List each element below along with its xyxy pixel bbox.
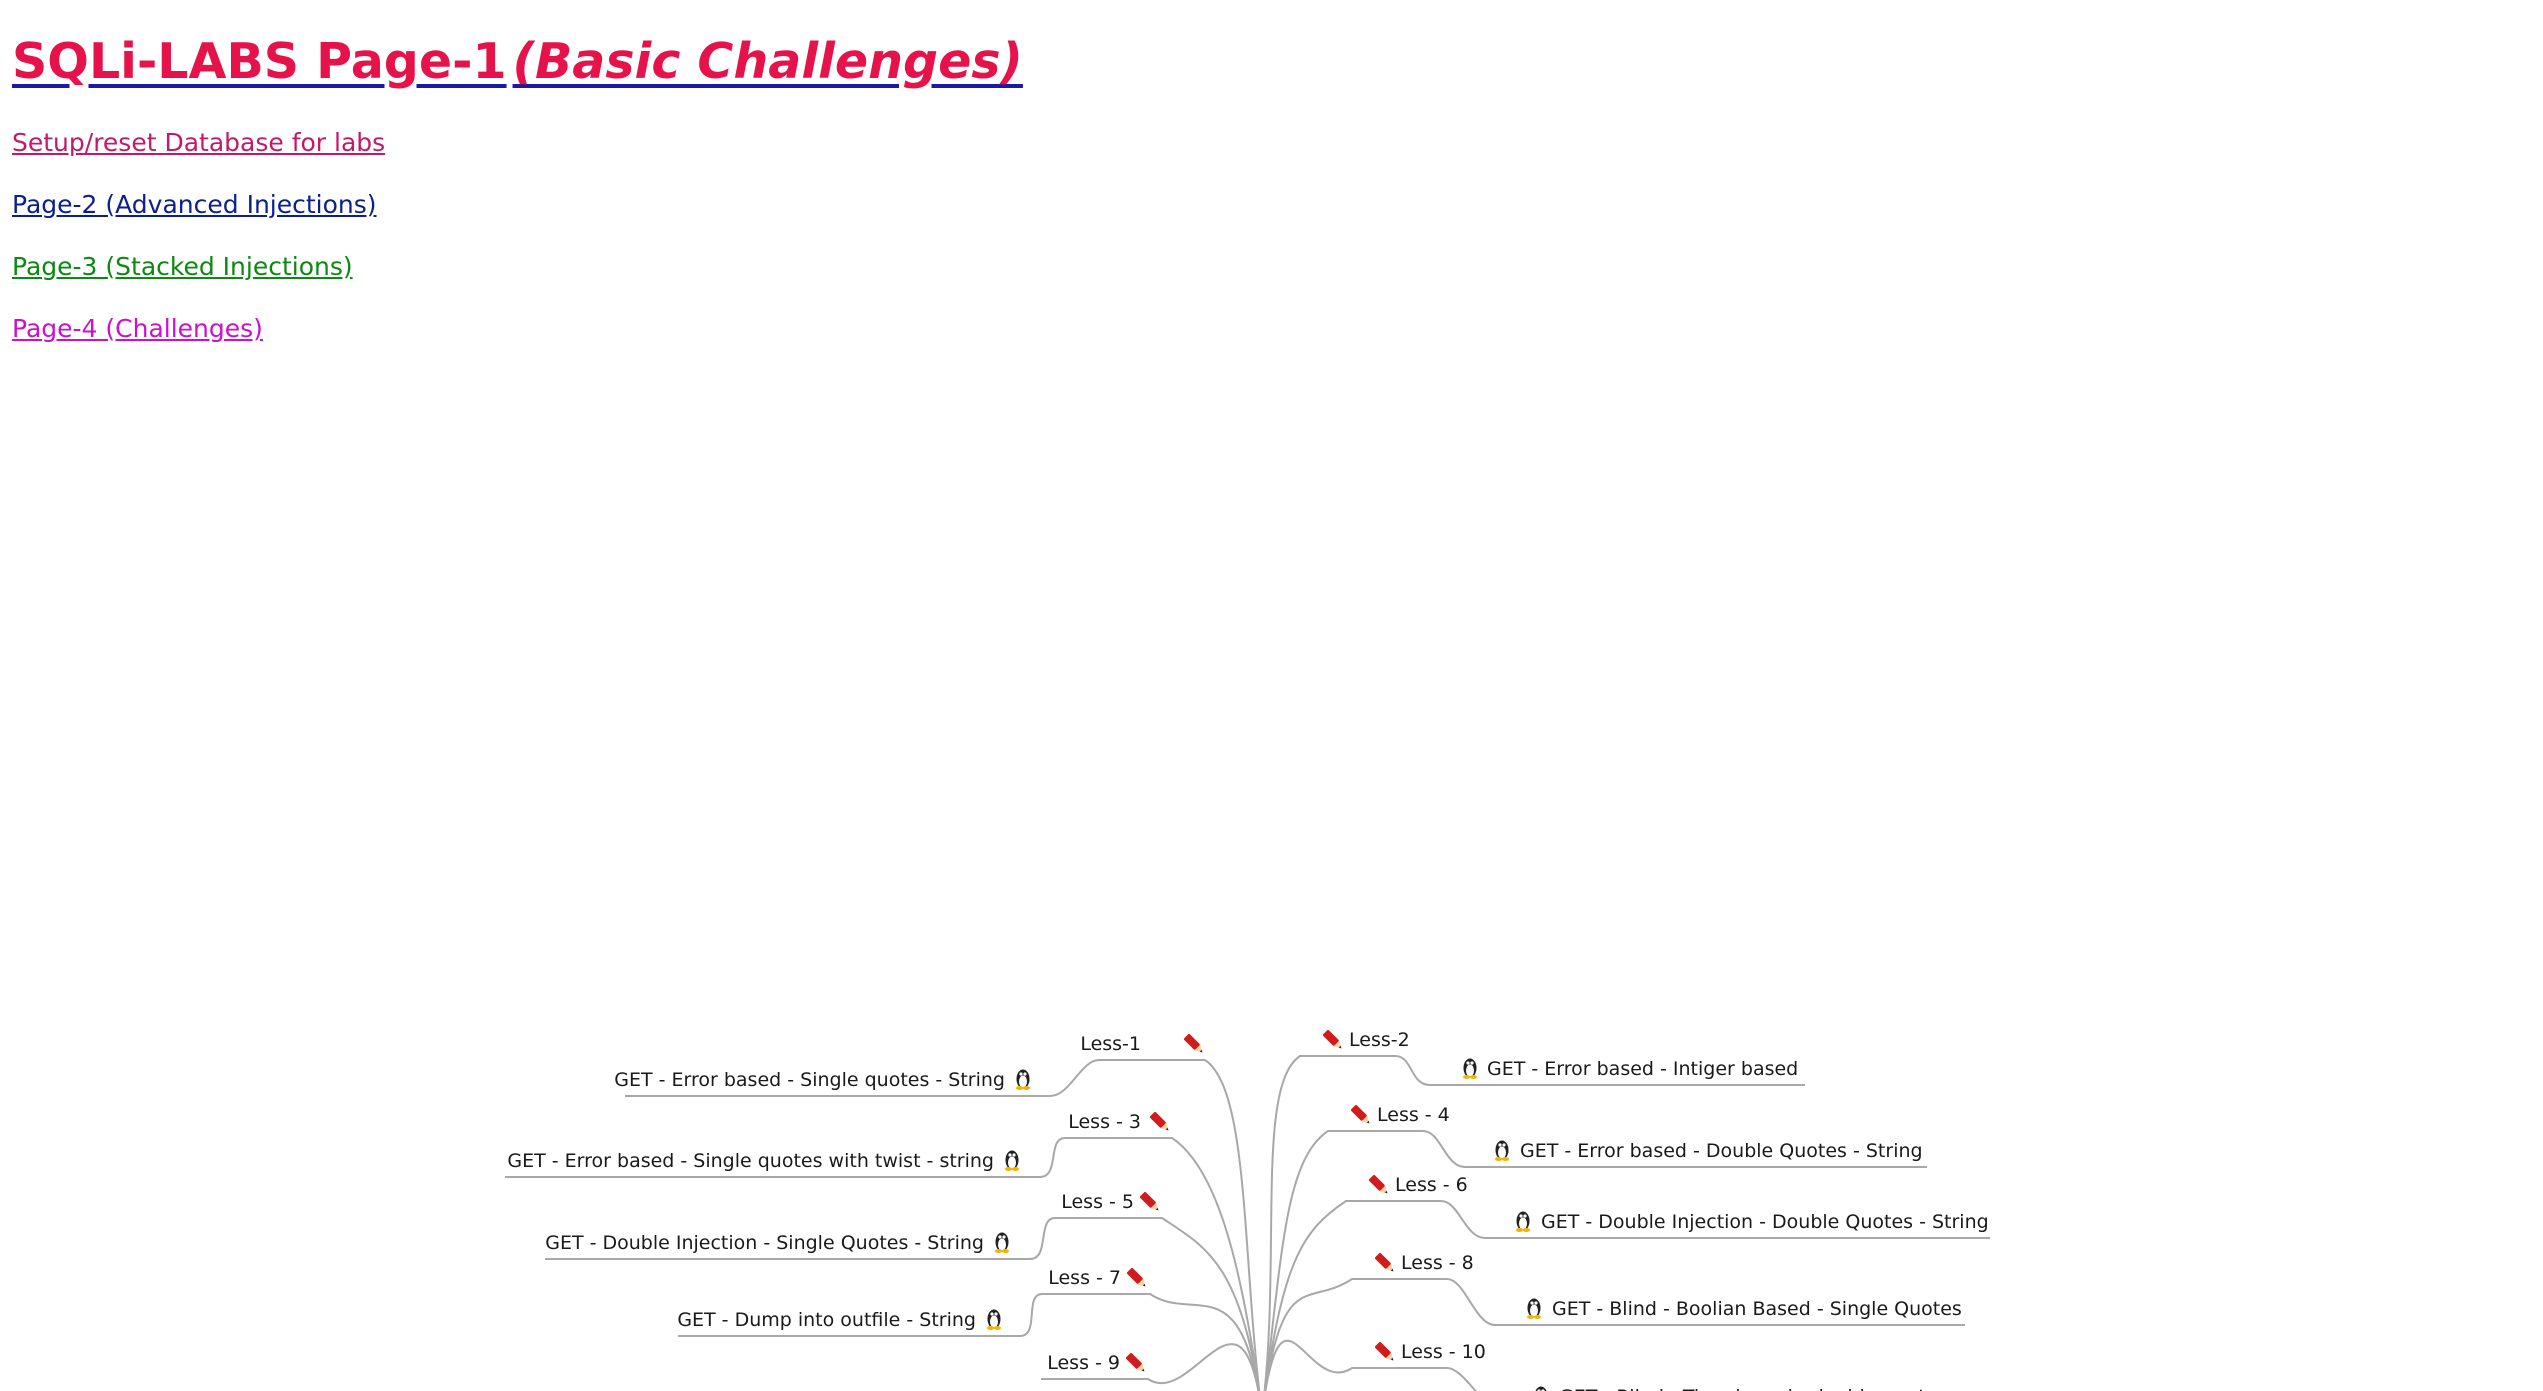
page-title-subtitle[interactable]: (Basic Challenges) xyxy=(513,33,1023,90)
topic-label-less-5: GET - Double Injection - Single Quotes -… xyxy=(545,1232,984,1254)
pencil-icon xyxy=(1322,1029,1345,1052)
pencil-icon xyxy=(1125,1352,1148,1375)
linux-penguin-icon xyxy=(995,1232,1009,1253)
page-title[interactable]: SQLi-LABS Page-1 (Basic Challenges) xyxy=(12,32,1023,92)
linux-penguin-icon xyxy=(1463,1058,1477,1079)
pencil-icon xyxy=(1126,1267,1149,1290)
setup-reset-database-link[interactable]: Setup/reset Database for labs xyxy=(12,127,385,159)
topic-label-less-10: GET - Blind - Time based - double quotes xyxy=(1559,1386,1947,1391)
lesson-label-less-6: Less - 6 xyxy=(1395,1174,1468,1196)
pencil-icon xyxy=(1183,1033,1206,1056)
lesson-label-less-1: Less-1 xyxy=(1080,1033,1141,1055)
pencil-icon xyxy=(1374,1252,1397,1275)
lesson-label-less-7: Less - 7 xyxy=(1048,1267,1121,1289)
linux-penguin-icon xyxy=(1527,1298,1541,1319)
page-title-main[interactable]: SQLi-LABS Page-1 xyxy=(12,33,507,90)
topic-label-less-6: GET - Double Injection - Double Quotes -… xyxy=(1541,1211,1989,1233)
topic-label-less-1: GET - Error based - Single quotes - Stri… xyxy=(614,1069,1005,1091)
connector-less-7 xyxy=(1042,1293,1260,1391)
pencil-icon xyxy=(1139,1191,1162,1214)
lessons-mindmap: Less-1 GET - Error based - Single quotes … xyxy=(505,1029,1990,1391)
lesson-label-less-5: Less - 5 xyxy=(1061,1191,1134,1213)
page-3-link[interactable]: Page-3 (Stacked Injections) xyxy=(12,251,353,283)
linux-penguin-icon xyxy=(1005,1150,1019,1171)
page-2-link[interactable]: Page-2 (Advanced Injections) xyxy=(12,189,377,221)
pencil-icon xyxy=(1149,1111,1172,1134)
lesson-label-less-8: Less - 8 xyxy=(1401,1252,1474,1274)
linux-penguin-icon xyxy=(987,1309,1001,1330)
linux-penguin-icon xyxy=(1516,1211,1530,1232)
topic-label-less-2: GET - Error based - Intiger based xyxy=(1487,1058,1798,1080)
lesson-label-less-4: Less - 4 xyxy=(1377,1104,1450,1126)
connector-less-2 xyxy=(1263,1055,1395,1391)
lesson-label-less-2: Less-2 xyxy=(1349,1029,1410,1051)
connector-less-1 xyxy=(1099,1059,1261,1391)
lesson-label-less-3: Less - 3 xyxy=(1068,1111,1141,1133)
pencil-icon xyxy=(1374,1341,1397,1364)
connector-less-4 xyxy=(1263,1130,1423,1391)
lesson-label-less-10: Less - 10 xyxy=(1401,1341,1486,1363)
connector-less-8 xyxy=(1264,1278,1447,1391)
linux-penguin-icon xyxy=(1534,1386,1548,1391)
linux-penguin-icon xyxy=(1495,1140,1509,1161)
topic-label-less-8: GET - Blind - Boolian Based - Single Quo… xyxy=(1552,1298,1962,1320)
linux-penguin-icon xyxy=(1016,1069,1030,1090)
topic-label-less-3: GET - Error based - Single quotes with t… xyxy=(507,1150,994,1172)
page-4-link[interactable]: Page-4 (Challenges) xyxy=(12,313,263,345)
topic-label-less-7: GET - Dump into outfile - String xyxy=(677,1309,976,1331)
topic-label-less-4: GET - Error based - Double Quotes - Stri… xyxy=(1520,1140,1923,1162)
pencil-icon xyxy=(1368,1174,1391,1197)
lesson-label-less-9: Less - 9 xyxy=(1047,1352,1120,1374)
pencil-icon xyxy=(1350,1104,1373,1127)
